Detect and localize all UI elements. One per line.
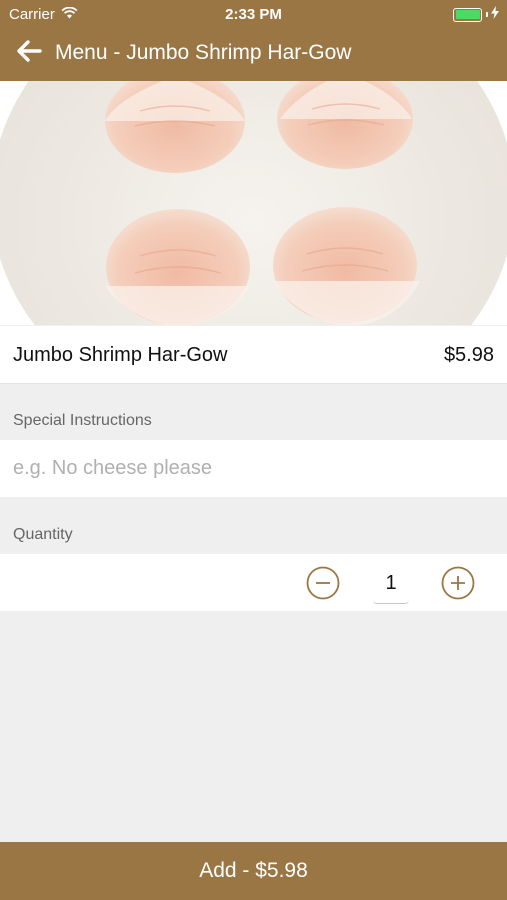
status-time: 2:33 PM xyxy=(225,6,282,23)
special-instructions-label: Special Instructions xyxy=(13,412,152,429)
quantity-value[interactable]: 1 xyxy=(373,566,409,604)
battery-icon xyxy=(453,7,482,22)
quantity-label: Quantity xyxy=(13,526,73,543)
battery-cap xyxy=(486,12,488,17)
back-button[interactable] xyxy=(12,38,46,68)
header: Carrier 2:33 PM Menu - Jumbo Shrimp Har-… xyxy=(0,0,507,81)
item-row: Jumbo Shrimp Har-Gow $5.98 xyxy=(0,326,507,384)
item-image xyxy=(0,81,507,325)
add-to-order-button[interactable]: Add - $5.98 xyxy=(0,842,507,900)
plus-circle-icon xyxy=(441,566,475,604)
special-instructions-row xyxy=(0,440,507,497)
item-price: $5.98 xyxy=(443,344,494,366)
charging-icon xyxy=(491,6,499,23)
nav-title: Menu - Jumbo Shrimp Har-Gow xyxy=(55,41,352,64)
status-bar: Carrier 2:33 PM xyxy=(0,0,507,28)
special-instructions-input[interactable] xyxy=(13,452,493,484)
navbar: Menu - Jumbo Shrimp Har-Gow xyxy=(0,28,507,81)
item-name: Jumbo Shrimp Har-Gow xyxy=(13,344,228,366)
minus-circle-icon xyxy=(306,566,340,604)
status-right xyxy=(453,6,499,23)
decrease-quantity-button[interactable] xyxy=(306,566,340,600)
quantity-row: 1 xyxy=(0,554,507,611)
increase-quantity-button[interactable] xyxy=(441,566,475,600)
back-arrow-icon xyxy=(16,39,42,67)
